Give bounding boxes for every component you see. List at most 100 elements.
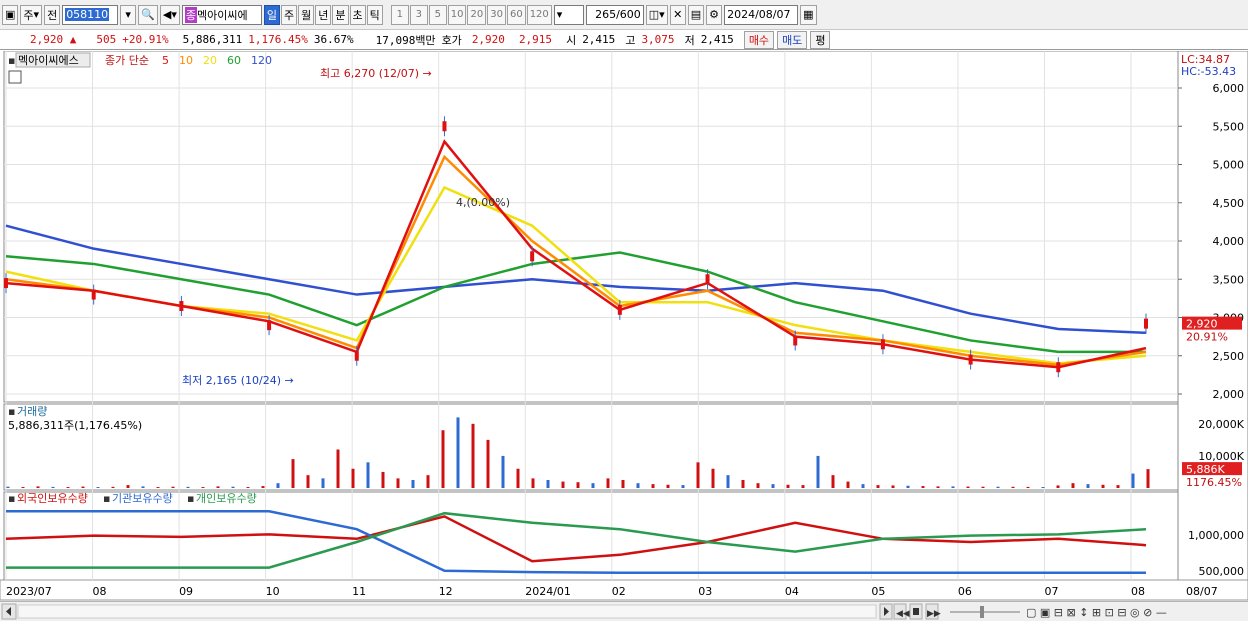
period-tab-5[interactable]: 초 [349, 4, 366, 25]
scroll-controls: ◀◀ ▶▶ ▢ ▣ ⊟ ⊠ ↕ ⊞ ⊡ ⊟ ◎ ⊘ — [1, 603, 1167, 620]
name-tag: 종 [184, 6, 197, 23]
price-candle [617, 304, 622, 315]
x-tick-label: 07 [1044, 585, 1058, 598]
period-tab-6[interactable]: 틱 [366, 4, 383, 25]
interval-button-5[interactable]: 5 [428, 4, 447, 25]
volume-bar [426, 475, 430, 488]
volume-bar [516, 468, 520, 488]
holdings-tick-label: 1,000,000 [1188, 529, 1244, 542]
ask-label: 호가 [441, 33, 462, 47]
volume-bullet: ▪ [8, 405, 15, 418]
price-candle [1144, 318, 1148, 329]
status-bar: ◀◀ ▶▶ ▢ ▣ ⊟ ⊠ ↕ ⊞ ⊡ ⊟ ◎ ⊘ — [0, 601, 1248, 621]
period-tab-0[interactable]: 일 [263, 4, 280, 25]
legend-name: 멕아이씨에스 [18, 54, 79, 67]
market-select[interactable]: 주 ▾ [20, 4, 43, 25]
volume-bar [831, 475, 835, 488]
volume-bar [381, 471, 385, 488]
current-price-text: 2,920 [1186, 318, 1218, 331]
price-tick-label: 5,500 [1213, 120, 1245, 133]
volume-bar [636, 483, 640, 488]
code-input[interactable]: 058110 [62, 4, 119, 25]
volume-bar [891, 485, 895, 488]
price-candle [4, 278, 8, 289]
price-tick-label: 6,000 [1213, 82, 1245, 95]
crosshair-icon[interactable]: ✕ [669, 4, 686, 25]
candle-type-icon[interactable]: ◫▾ [645, 4, 668, 25]
volume-bar [771, 484, 775, 488]
sound-icon[interactable]: ◀▾ [159, 4, 180, 25]
volume-bar [411, 479, 415, 488]
volume-bar [141, 486, 145, 488]
legend-kind: 종가 단순 [105, 54, 149, 67]
current-pct-text: 20.91% [1186, 331, 1228, 344]
calendar-icon[interactable]: ▦ [800, 4, 817, 25]
x-tick-label: 12 [439, 585, 453, 598]
high: 3,075 [641, 33, 675, 46]
price-tick-label: 3,500 [1213, 273, 1245, 286]
window-icon[interactable]: ▣ [2, 4, 19, 25]
period-tab-4[interactable]: 분 [332, 4, 349, 25]
hc-label: HC:-53.43 [1181, 65, 1236, 78]
price-tick-label: 2,000 [1213, 388, 1245, 401]
volume-bar [801, 485, 805, 488]
price-candle [530, 251, 535, 262]
interval-button-60[interactable]: 60 [506, 4, 526, 25]
code-dropdown-icon[interactable]: ▾ [120, 4, 137, 25]
count-input[interactable]: 265/600 [585, 4, 644, 25]
stock-chart[interactable]: 6,0005,5005,0004,5004,0003,5003,0002,500… [0, 51, 1248, 601]
volume-bar [621, 479, 625, 488]
sell-button[interactable]: 매도 [777, 30, 808, 49]
volume-bar [561, 481, 565, 488]
legend-ma-120: 120 [251, 54, 272, 67]
buy-button[interactable]: 매수 [743, 30, 775, 49]
x-tick-label: 08 [1131, 585, 1145, 598]
volume-bar [696, 462, 700, 488]
stop-icon [913, 608, 919, 615]
interval-button-20[interactable]: 20 [467, 4, 487, 25]
volume-bar [306, 475, 310, 488]
volume-panel [3, 403, 1179, 491]
stock-name: 멕아이씨에 [197, 8, 248, 22]
volume-bar [486, 439, 490, 488]
avg-button[interactable]: 평 [810, 30, 831, 49]
volume-bar [81, 486, 85, 488]
volume-bar [6, 486, 10, 488]
legend-ma-10: 10 [179, 54, 193, 67]
volume-bar [666, 484, 670, 488]
interval-select[interactable]: ▾ [553, 4, 584, 25]
volume-bar [606, 478, 610, 488]
volume-bar [366, 462, 370, 488]
ask2: 2,915 [518, 33, 553, 46]
date-input[interactable]: 2024/08/07 [724, 4, 799, 25]
volume-bar [906, 485, 910, 488]
volume-tag-pct: 1176.45% [1186, 476, 1242, 489]
stock-name-field[interactable]: 종 멕아이씨에 [181, 4, 262, 25]
period-tab-2[interactable]: 월 [298, 4, 315, 25]
interval-button-120[interactable]: 120 [526, 4, 552, 25]
search-icon[interactable]: 🔍 [138, 4, 158, 25]
interval-button-1[interactable]: 1 [390, 4, 409, 25]
volume-bar [66, 487, 70, 488]
holdings-bullet: ▪ [8, 492, 15, 505]
holdings-bullet: ▪ [187, 492, 194, 505]
prev-button[interactable]: 전 [44, 4, 61, 25]
x-right-label: 08/07 [1186, 585, 1218, 598]
save-icon[interactable]: ▤ [687, 4, 705, 25]
x-tick-label: 06 [958, 585, 972, 598]
gear-icon[interactable]: ⚙ [706, 4, 723, 25]
interval-button-3[interactable]: 3 [409, 4, 428, 25]
volume-bar [216, 486, 220, 488]
volume-bar [1116, 485, 1120, 488]
low-label: 저 [684, 33, 695, 47]
price-panel [3, 51, 1179, 403]
volume-bar [981, 486, 985, 488]
volume-bar [1071, 483, 1075, 488]
period-tabs: 일주월년분초틱 [263, 4, 383, 25]
period-tab-3[interactable]: 년 [315, 4, 332, 25]
period-tab-1[interactable]: 주 [281, 4, 298, 25]
volume-bar [171, 486, 175, 488]
interval-button-10[interactable]: 10 [447, 4, 467, 25]
interval-button-30[interactable]: 30 [487, 4, 506, 25]
volume-bar [246, 487, 250, 488]
